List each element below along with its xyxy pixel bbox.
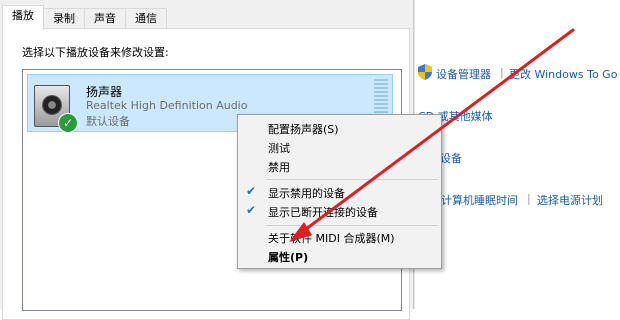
default-check-icon: ✓ — [58, 113, 78, 133]
menu-item-about-midi[interactable]: 关于软件 MIDI 合成器(M) — [238, 228, 441, 247]
tab-communications[interactable]: 通信 — [125, 8, 167, 29]
link-separator: | — [527, 192, 531, 205]
checkmark-icon: ✔ — [246, 184, 257, 198]
menu-item-label: 禁用 — [268, 161, 290, 174]
device-status: 默认设备 — [86, 115, 130, 128]
device-manager-link[interactable]: 设备管理器 — [436, 66, 491, 82]
menu-item-label: 显示已断开连接的设备 — [268, 206, 378, 219]
menu-separator — [266, 225, 438, 226]
menu-item-label: 显示禁用的设备 — [268, 187, 345, 200]
power-plan-link[interactable]: 选择电源计划 — [537, 192, 603, 208]
menu-item-disable[interactable]: 禁用 — [238, 157, 441, 176]
tab-recording[interactable]: 录制 — [43, 8, 85, 29]
context-menu: 配置扬声器(S) 测试 禁用 ✔ 显示禁用的设备 ✔ 显示已断开连接的设备 关于… — [237, 114, 442, 269]
sleep-link[interactable]: 计算机睡眠时间 — [441, 192, 518, 208]
menu-item-label: 属性(P) — [268, 251, 309, 264]
tab-sounds[interactable]: 声音 — [84, 8, 126, 29]
device-name: 扬声器 — [86, 85, 123, 99]
tab-playback[interactable]: 播放 — [2, 5, 44, 30]
menu-separator — [266, 179, 438, 180]
instruction-text: 选择以下播放设备来修改设置: — [22, 46, 169, 59]
menu-item-properties[interactable]: 属性(P) — [238, 247, 441, 266]
menu-item-label: 测试 — [268, 142, 290, 155]
devices-link[interactable]: 设备 — [440, 150, 462, 166]
menu-item-show-disabled[interactable]: ✔ 显示禁用的设备 — [238, 183, 441, 202]
menu-item-label: 关于软件 MIDI 合成器(M) — [268, 232, 395, 245]
tab-strip: 播放 录制 声音 通信 — [2, 5, 167, 30]
menu-item-test[interactable]: 测试 — [238, 138, 441, 157]
device-description: Realtek High Definition Audio — [86, 99, 248, 112]
checkmark-icon: ✔ — [246, 203, 257, 217]
menu-item-label: 配置扬声器(S) — [268, 123, 339, 136]
link-separator: | — [500, 66, 504, 79]
shield-icon — [418, 64, 432, 80]
windows-to-go-link[interactable]: 更改 Windows To Go 启 — [509, 66, 620, 82]
menu-item-configure-speakers[interactable]: 配置扬声器(S) — [238, 119, 441, 138]
menu-item-show-disconnected[interactable]: ✔ 显示已断开连接的设备 — [238, 202, 441, 221]
